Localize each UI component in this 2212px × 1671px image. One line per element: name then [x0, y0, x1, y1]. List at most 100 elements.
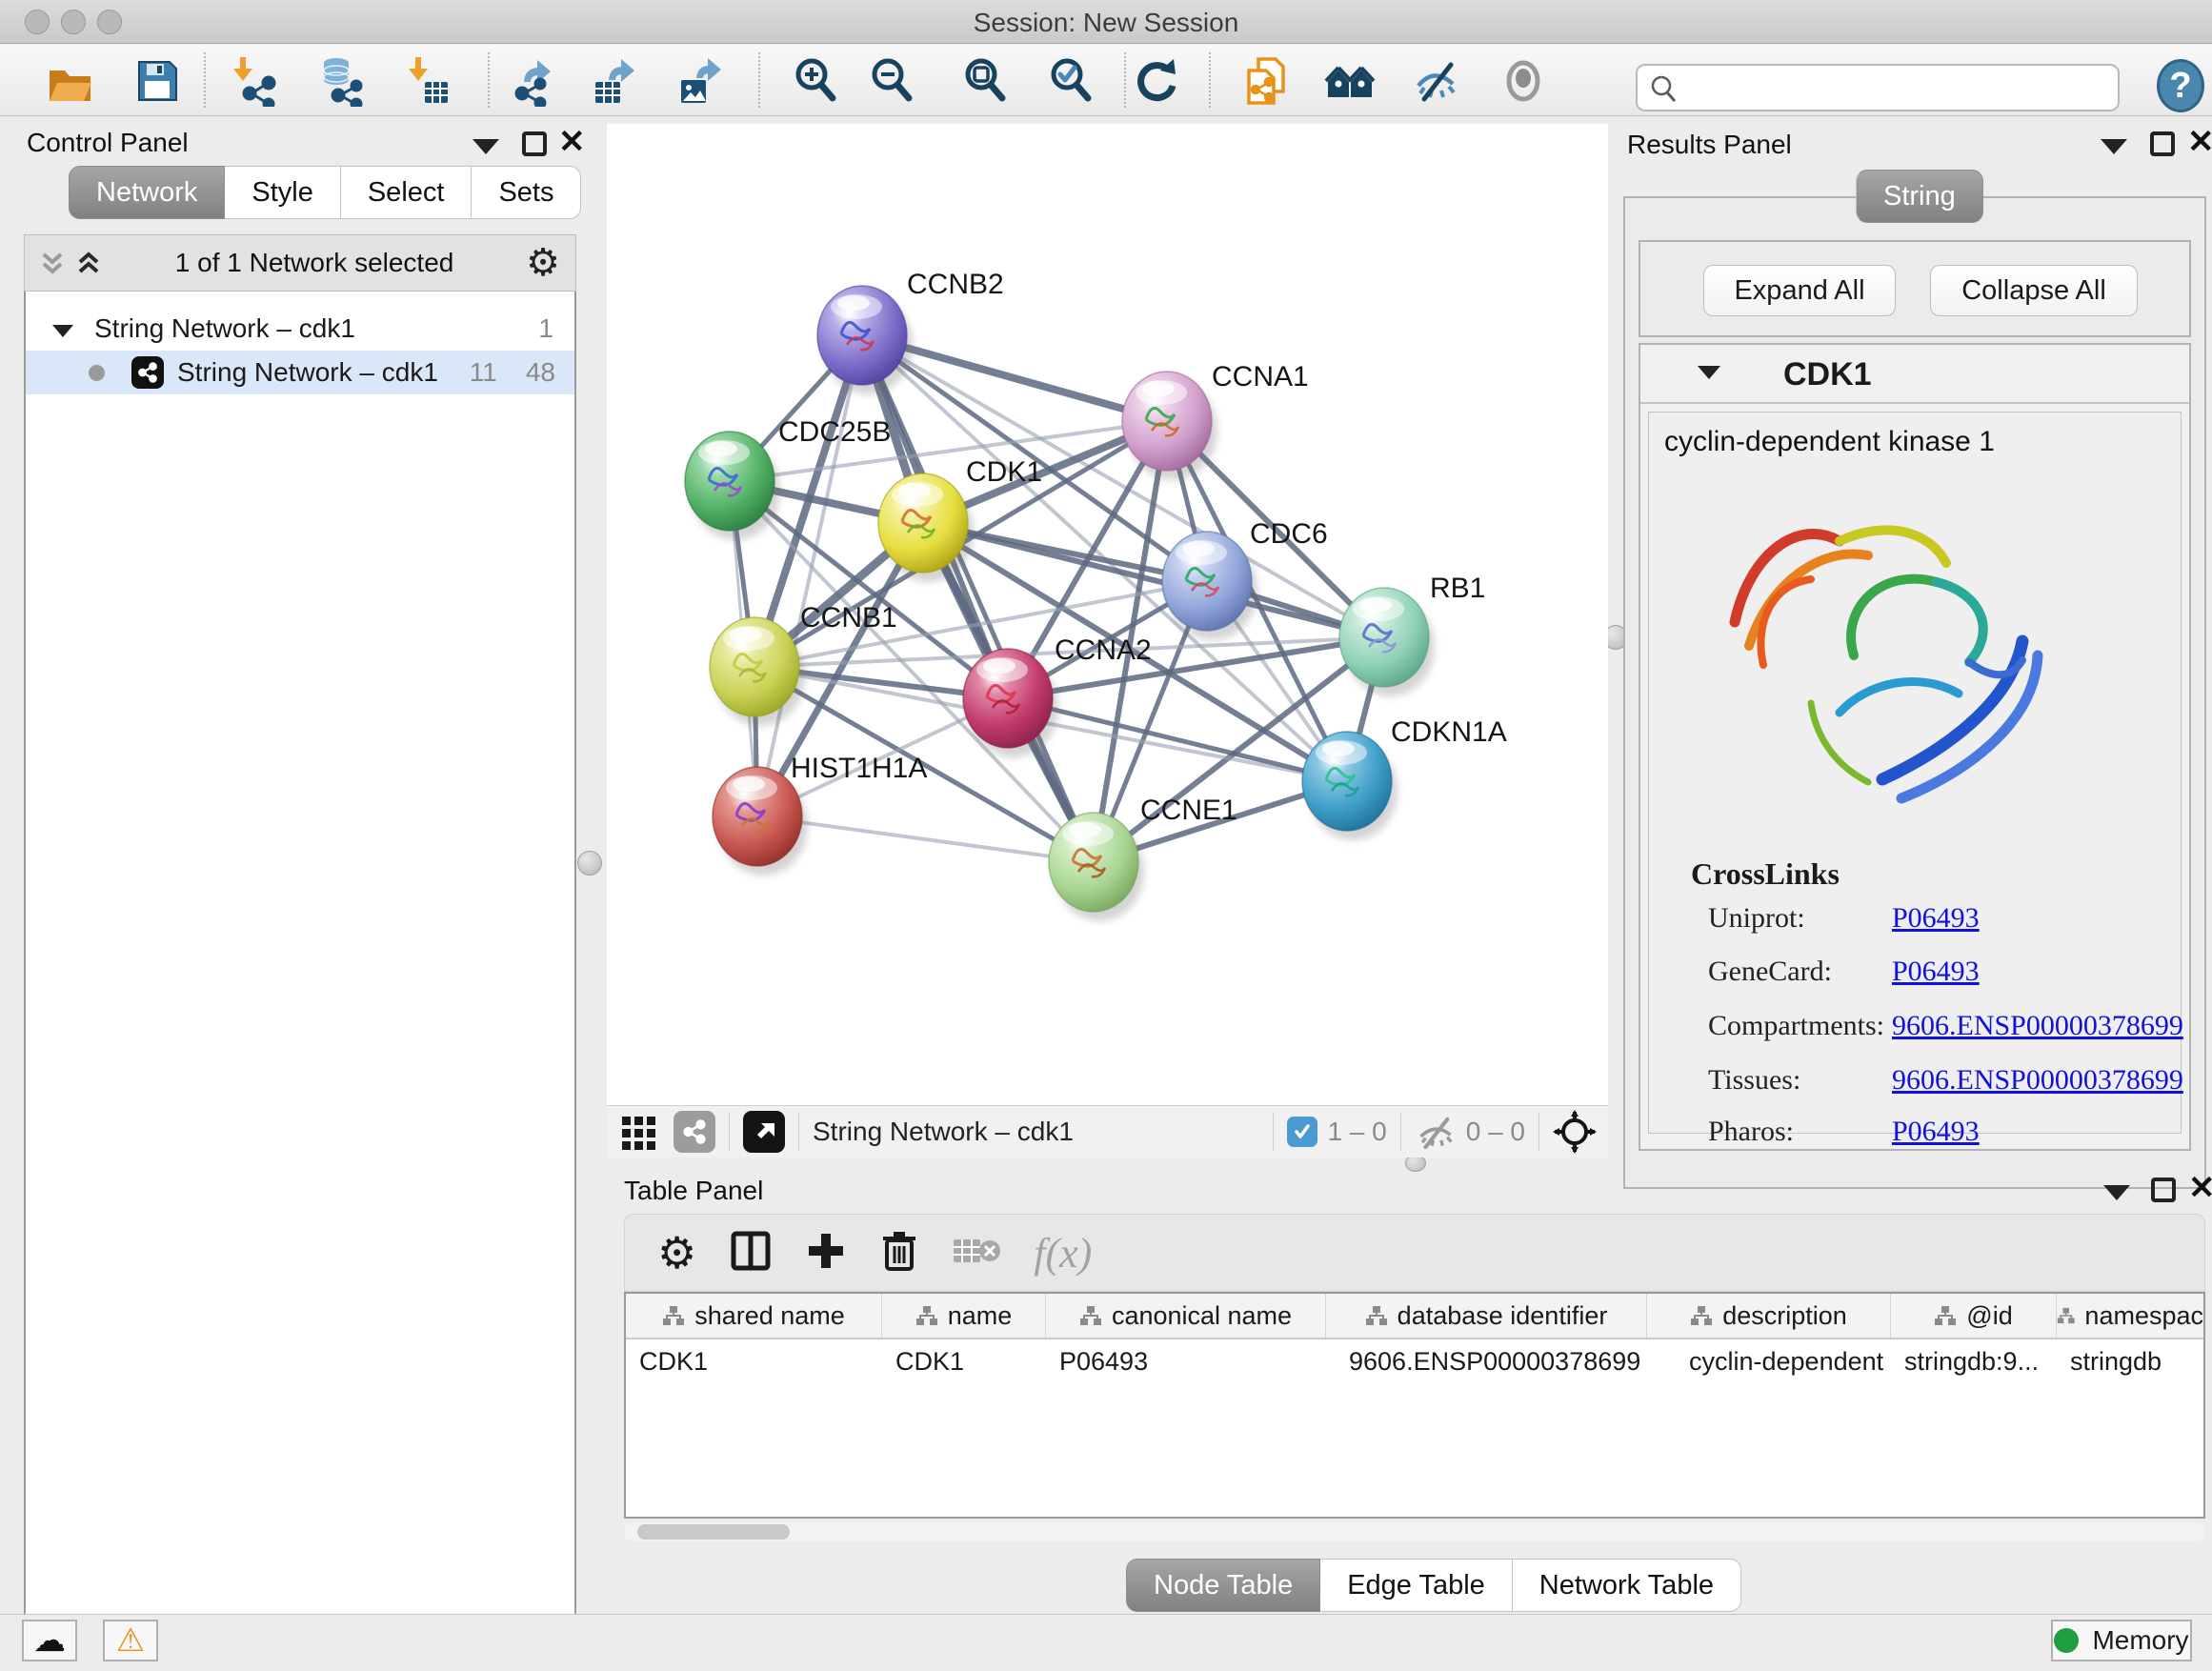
save-session-icon[interactable] — [131, 55, 183, 107]
crosslink-link[interactable]: 9606.ENSP00000378699 — [1892, 1010, 2183, 1042]
column-header[interactable]: @id — [1891, 1294, 2057, 1338]
cloud-status-button[interactable]: ☁ — [22, 1620, 77, 1661]
table-horizontal-scrollbar[interactable] — [624, 1522, 2205, 1541]
expand-all-icon[interactable] — [74, 247, 103, 279]
cell-shared-name[interactable]: CDK1 — [626, 1339, 882, 1383]
close-panel-icon[interactable]: ✕ — [558, 130, 586, 154]
column-header[interactable]: database identifier — [1326, 1294, 1647, 1338]
gene-header-row[interactable]: CDK1 — [1640, 345, 2189, 404]
cell-namespace[interactable]: stringdb — [2057, 1339, 2203, 1383]
network-node-ccne1[interactable] — [1049, 813, 1144, 921]
float-panel-icon[interactable] — [522, 131, 547, 156]
tab-select[interactable]: Select — [341, 166, 473, 219]
show-columns-icon[interactable] — [729, 1229, 773, 1278]
import-network-file-icon[interactable] — [227, 55, 278, 107]
zoom-fit-icon[interactable] — [960, 55, 1012, 107]
tab-style[interactable]: Style — [225, 166, 340, 219]
import-table-icon[interactable] — [400, 55, 452, 107]
bird-houses-icon[interactable] — [1324, 55, 1376, 107]
collapse-entry-icon[interactable] — [1698, 366, 1720, 379]
close-panel-icon[interactable]: ✕ — [2188, 1176, 2212, 1200]
attribute-icon — [915, 1305, 938, 1326]
cell-database-identifier[interactable]: 9606.ENSP00000378699 — [1326, 1339, 1647, 1383]
network-node-cdkn1a[interactable] — [1302, 732, 1398, 840]
column-header[interactable]: canonical name — [1046, 1294, 1326, 1338]
delete-column-trash-icon[interactable] — [879, 1229, 919, 1278]
panel-menu-icon[interactable] — [2103, 1185, 2130, 1200]
network-node-ccnb2[interactable] — [817, 286, 913, 394]
network-tree-child-row[interactable]: String Network – cdk1 11 48 — [26, 351, 574, 394]
scrollbar-thumb[interactable] — [637, 1524, 790, 1540]
network-canvas[interactable]: CCNB2CCNA1CDC25BCDK1CDC6RB1CCNB1CCNA2CDK… — [607, 124, 1608, 1105]
zoom-in-icon[interactable] — [791, 55, 842, 107]
zoom-out-icon[interactable] — [867, 55, 918, 107]
network-tree-root-row[interactable]: String Network – cdk1 1 — [26, 307, 574, 351]
column-header[interactable]: name — [882, 1294, 1046, 1338]
open-session-icon[interactable] — [44, 55, 95, 107]
control-panel: Control Panel ✕ Network Style Select Set… — [0, 116, 583, 1614]
grid-view-icon[interactable] — [620, 1113, 658, 1151]
hide-selected-icon[interactable] — [1411, 55, 1462, 107]
tab-node-table[interactable]: Node Table — [1126, 1559, 1320, 1612]
tab-edge-table[interactable]: Edge Table — [1320, 1559, 1513, 1612]
network-node-ccna1[interactable] — [1122, 372, 1217, 480]
tab-network[interactable]: Network — [69, 166, 225, 219]
float-panel-icon[interactable] — [2151, 1178, 2176, 1202]
table-row[interactable]: CDK1 CDK1 P06493 9606.ENSP00000378699 cy… — [626, 1339, 2203, 1383]
close-panel-icon[interactable]: ✕ — [2187, 130, 2212, 154]
cell-name[interactable]: CDK1 — [882, 1339, 1046, 1383]
birdseye-view-icon[interactable] — [743, 1111, 785, 1153]
add-column-icon[interactable] — [805, 1230, 847, 1277]
cell-at-id[interactable]: stringdb:9... — [1891, 1339, 2057, 1383]
export-table-icon[interactable] — [590, 55, 641, 107]
tab-sets[interactable]: Sets — [472, 166, 581, 219]
node-label: CCNA2 — [1055, 634, 1152, 666]
fit-selected-crosshair-icon[interactable] — [1553, 1110, 1597, 1154]
network-edge[interactable] — [757, 335, 862, 816]
expand-all-button[interactable]: Expand All — [1703, 265, 1896, 316]
refresh-icon[interactable] — [1130, 55, 1181, 107]
network-edge[interactable] — [757, 816, 1094, 862]
show-all-icon[interactable] — [1498, 55, 1549, 107]
network-node-cdk1[interactable] — [878, 473, 974, 582]
function-builder-icon[interactable]: f(x) — [1034, 1229, 1092, 1278]
export-network-icon[interactable] — [511, 55, 562, 107]
network-node-rb1[interactable] — [1339, 588, 1435, 696]
selected-checkbox-icon[interactable] — [1287, 1117, 1317, 1147]
tree-collapse-icon[interactable] — [52, 313, 73, 344]
panel-menu-icon[interactable] — [2101, 139, 2127, 154]
network-node-cdc25b[interactable] — [685, 432, 780, 540]
cell-canonical-name[interactable]: P06493 — [1046, 1339, 1326, 1383]
collapse-all-icon[interactable] — [38, 247, 67, 279]
delete-table-icon[interactable] — [952, 1234, 1001, 1273]
tab-string[interactable]: String — [1856, 170, 1983, 223]
network-options-gear-icon[interactable]: ⚙ — [526, 241, 560, 285]
clone-network-icon[interactable] — [1241, 55, 1293, 107]
import-network-database-icon[interactable] — [313, 55, 365, 107]
column-header[interactable]: description — [1647, 1294, 1891, 1338]
tab-network-table[interactable]: Network Table — [1513, 1559, 1741, 1612]
left-splitter-grip[interactable] — [577, 851, 602, 876]
float-panel-icon[interactable] — [2150, 131, 2175, 156]
column-header[interactable]: namespac — [2057, 1294, 2203, 1338]
panel-menu-icon[interactable] — [473, 139, 499, 154]
network-share-view-icon[interactable] — [674, 1111, 715, 1153]
cell-description[interactable]: cyclin-dependent ... — [1647, 1339, 1891, 1383]
collection-count: 1 — [538, 313, 553, 344]
collapse-all-button[interactable]: Collapse All — [1930, 265, 2138, 316]
crosslink-link[interactable]: P06493 — [1892, 902, 1980, 935]
crosslink-link[interactable]: P06493 — [1892, 1116, 1980, 1148]
memory-button[interactable]: Memory — [2051, 1620, 2192, 1661]
crosslink-link[interactable]: P06493 — [1892, 956, 1980, 988]
hidden-eye-icon — [1415, 1115, 1457, 1149]
help-icon[interactable]: ? — [2157, 59, 2204, 112]
string-network-graph[interactable]: CCNB2CCNA1CDC25BCDK1CDC6RB1CCNB1CCNA2CDK… — [607, 124, 1608, 1105]
status-bar: ☁ ⚠ Memory — [0, 1614, 2212, 1671]
crosslink-link[interactable]: 9606.ENSP00000378699 — [1892, 1064, 2183, 1097]
warnings-button[interactable]: ⚠ — [103, 1620, 158, 1661]
export-image-icon[interactable] — [675, 55, 727, 107]
zoom-selected-icon[interactable] — [1046, 55, 1097, 107]
table-options-gear-icon[interactable]: ⚙ — [657, 1227, 696, 1278]
column-header[interactable]: shared name — [626, 1294, 882, 1338]
search-input[interactable] — [1636, 64, 2120, 111]
